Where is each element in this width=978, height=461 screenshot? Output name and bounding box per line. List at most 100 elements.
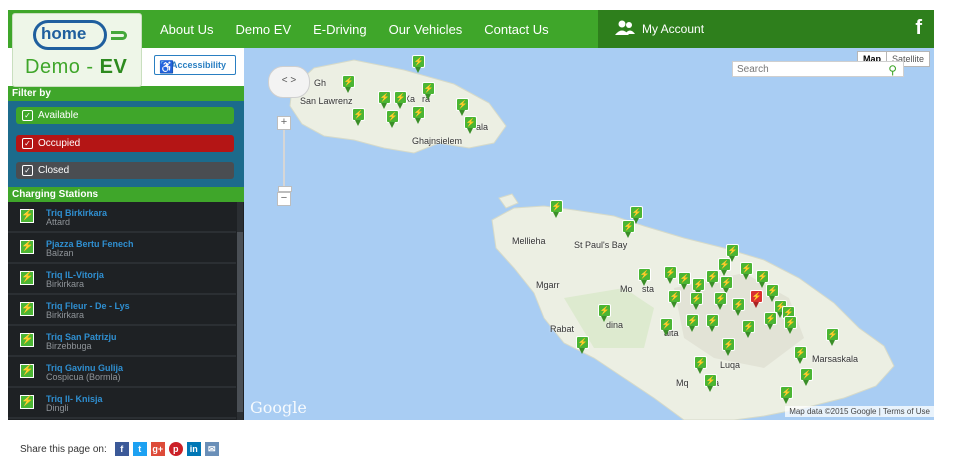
place-label: St Paul's Bay bbox=[574, 240, 628, 250]
charging-station-marker[interactable]: ⚡ bbox=[764, 312, 777, 330]
station-item[interactable]: ⚡ Triq San Patrizju Birzebbuga bbox=[8, 326, 236, 357]
filter-closed[interactable]: ✓ Closed bbox=[16, 162, 234, 179]
accessibility-button[interactable]: ♿ Accessibility bbox=[154, 55, 236, 75]
charging-station-marker[interactable]: ⚡ bbox=[678, 272, 691, 290]
place-label: Ghajnsielem bbox=[412, 136, 463, 146]
filter-occupied[interactable]: ✓ Occupied bbox=[16, 135, 234, 152]
nav-demo-ev[interactable]: Demo EV bbox=[235, 22, 291, 37]
charging-station-marker[interactable]: ⚡ bbox=[668, 290, 681, 308]
share-bar: Share this page on: f t g+ p in ✉ bbox=[20, 442, 223, 456]
charging-station-marker[interactable]: ⚡ bbox=[352, 108, 365, 126]
charging-station-marker[interactable]: ⚡ bbox=[456, 98, 469, 116]
google-plus-icon[interactable]: g+ bbox=[150, 442, 165, 456]
charging-station-marker[interactable]: ⚡ bbox=[412, 106, 425, 124]
google-logo: Google bbox=[250, 398, 307, 417]
charging-station-marker[interactable]: ⚡ bbox=[378, 91, 391, 109]
charging-station-marker[interactable]: ⚡ bbox=[638, 268, 651, 286]
nav-contact-us[interactable]: Contact Us bbox=[484, 22, 548, 37]
email-icon[interactable]: ✉ bbox=[204, 442, 219, 456]
station-item[interactable]: ⚡ Triq IL-Vitorja Birkirkara bbox=[8, 264, 236, 295]
station-item[interactable]: ⚡ Triq Il- Knisja Dingli bbox=[8, 388, 236, 419]
site-logo[interactable]: home Demo - EV bbox=[12, 13, 142, 87]
charging-station-marker[interactable]: ⚡ bbox=[412, 55, 425, 73]
filter-closed-label: Closed bbox=[38, 165, 70, 176]
charging-station-marker[interactable]: ⚡ bbox=[800, 368, 813, 386]
charging-station-icon: ⚡ bbox=[20, 395, 34, 409]
checkbox-checked-icon: ✓ bbox=[22, 138, 33, 149]
nav-our-vehicles[interactable]: Our Vehicles bbox=[389, 22, 463, 37]
charging-station-marker[interactable]: ⚡ bbox=[342, 75, 355, 93]
station-city: Birzebbuga bbox=[46, 341, 92, 351]
linkedin-icon[interactable]: in bbox=[186, 442, 201, 456]
pinterest-icon[interactable]: p bbox=[168, 442, 183, 456]
place-label: Mq bbox=[676, 378, 689, 388]
charging-station-marker[interactable]: ⚡ bbox=[732, 298, 745, 316]
pan-control[interactable]: < > bbox=[268, 66, 310, 98]
my-account-button[interactable]: My Account f bbox=[598, 10, 934, 48]
station-city: Birkirkara bbox=[46, 279, 85, 289]
charging-station-marker[interactable]: ⚡ bbox=[622, 220, 635, 238]
charging-station-marker[interactable]: ⚡ bbox=[714, 292, 727, 310]
charging-station-marker[interactable]: ⚡ bbox=[794, 346, 807, 364]
charging-station-icon: ⚡ bbox=[20, 333, 34, 347]
filter-available-label: Available bbox=[38, 110, 79, 121]
terms-of-use-link[interactable]: Terms of Use bbox=[883, 407, 930, 416]
place-label: Gh bbox=[314, 78, 327, 88]
place-label: San Lawrenz bbox=[300, 96, 353, 106]
facebook-icon[interactable]: f bbox=[915, 17, 922, 40]
nav-e-driving[interactable]: E-Driving bbox=[313, 22, 366, 37]
zoom-track[interactable] bbox=[283, 130, 285, 192]
charging-station-marker[interactable]: ⚡ bbox=[386, 110, 399, 128]
left-panel: ♿ Accessibility Filter by ✓ Available ✓ … bbox=[8, 48, 244, 420]
filter-available[interactable]: ✓ Available bbox=[16, 107, 234, 124]
charging-station-marker[interactable]: ⚡ bbox=[664, 266, 677, 284]
map-view[interactable]: Map Satellite Search ⚲ < > + − Gh San La… bbox=[244, 48, 934, 420]
charging-station-marker[interactable]: ⚡ bbox=[740, 262, 753, 280]
place-label: Marsaskala bbox=[812, 354, 859, 364]
station-item[interactable]: ⚡ Pjazza Bertu Fenech Balzan bbox=[8, 233, 236, 264]
charging-station-marker[interactable]: ⚡ bbox=[706, 270, 719, 288]
charging-station-icon: ⚡ bbox=[20, 240, 34, 254]
charging-station-marker[interactable]: ⚡ bbox=[690, 292, 703, 310]
checkbox-checked-icon: ✓ bbox=[22, 110, 33, 121]
charging-station-marker[interactable]: ⚡ bbox=[694, 356, 707, 374]
charging-station-marker[interactable]: ⚡ bbox=[784, 316, 797, 334]
charging-station-marker[interactable]: ⚡ bbox=[550, 200, 563, 218]
charging-station-marker[interactable]: ⚡ bbox=[718, 258, 731, 276]
charging-station-marker[interactable]: ⚡ bbox=[576, 336, 589, 354]
charging-station-marker[interactable]: ⚡ bbox=[394, 91, 407, 109]
station-item[interactable]: ⚡ Triq Birkirkara Attard bbox=[8, 202, 236, 233]
charging-station-marker[interactable]: ⚡ bbox=[742, 320, 755, 338]
charging-station-marker[interactable]: ⚡ bbox=[422, 82, 435, 100]
charging-station-marker[interactable]: ⚡ bbox=[686, 314, 699, 332]
zoom-out-button[interactable]: − bbox=[277, 192, 291, 206]
logo-subtitle: Demo - EV bbox=[25, 56, 128, 78]
station-city: Dingli bbox=[46, 403, 69, 413]
place-label: ala bbox=[476, 122, 489, 132]
filter-occupied-label: Occupied bbox=[38, 138, 81, 149]
charging-station-marker[interactable]: ⚡ bbox=[780, 386, 793, 404]
stations-scrollbar[interactable] bbox=[237, 202, 243, 420]
charging-station-marker[interactable]: ⚡ bbox=[706, 314, 719, 332]
charging-station-marker[interactable]: ⚡ bbox=[660, 318, 673, 336]
zoom-control: + − bbox=[277, 116, 292, 206]
map-search-input[interactable]: Search ⚲ bbox=[732, 61, 904, 77]
twitter-icon[interactable]: t bbox=[132, 442, 147, 456]
charging-station-marker[interactable]: ⚡ bbox=[826, 328, 839, 346]
search-icon[interactable]: ⚲ bbox=[888, 62, 897, 78]
station-city: Balzan bbox=[46, 248, 74, 258]
stations-scrollbar-thumb[interactable] bbox=[237, 232, 243, 412]
charging-station-marker[interactable]: ⚡ bbox=[464, 116, 477, 134]
station-item[interactable]: ⚡ Triq Fleur - De - Lys Birkirkara bbox=[8, 295, 236, 326]
my-account-label: My Account bbox=[642, 22, 705, 36]
charging-station-marker[interactable]: ⚡ bbox=[722, 338, 735, 356]
occupied-station-marker[interactable]: ⚡ bbox=[750, 290, 763, 308]
zoom-in-button[interactable]: + bbox=[277, 116, 291, 130]
station-item[interactable]: ⚡ Triq Gavinu Gulija Cospicua (Bormla) bbox=[8, 357, 236, 388]
charging-station-marker[interactable]: ⚡ bbox=[704, 374, 717, 392]
charging-station-marker[interactable]: ⚡ bbox=[598, 304, 611, 322]
facebook-icon[interactable]: f bbox=[114, 442, 129, 456]
charging-stations-heading: Charging Stations bbox=[8, 187, 244, 202]
nav-about-us[interactable]: About Us bbox=[160, 22, 213, 37]
app-frame: About Us Demo EV E-Driving Our Vehicles … bbox=[8, 10, 934, 420]
